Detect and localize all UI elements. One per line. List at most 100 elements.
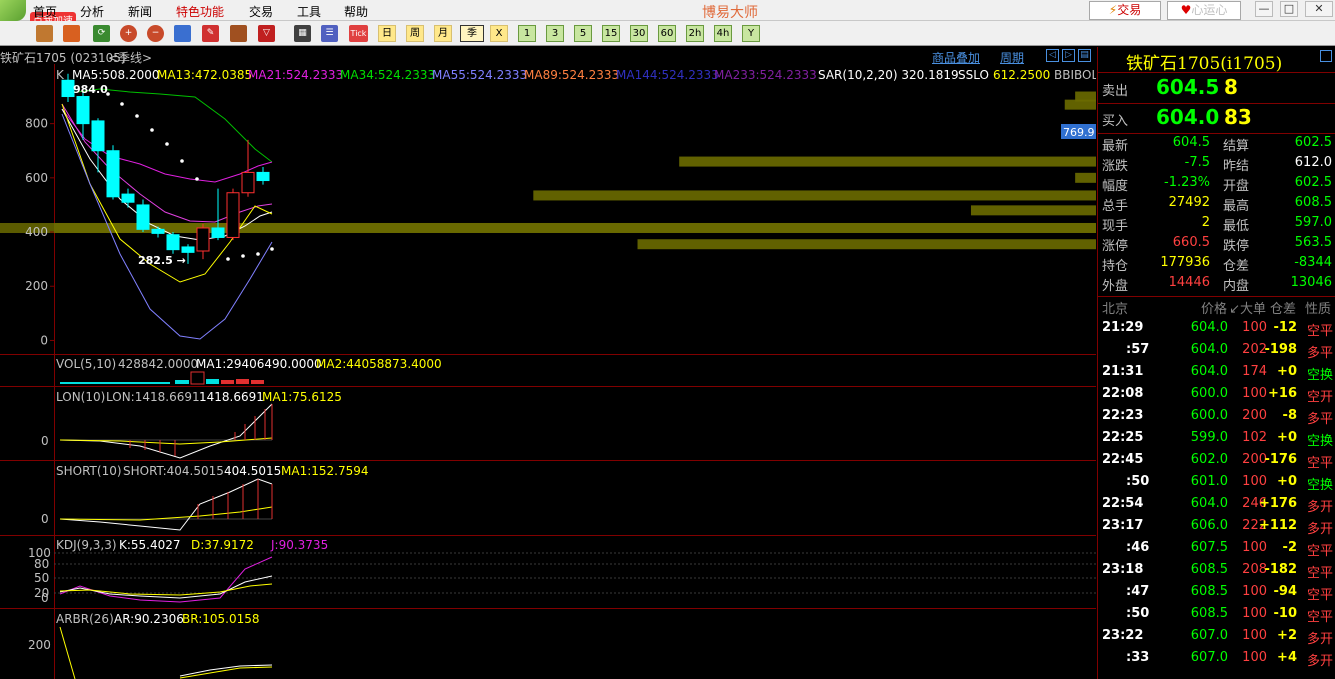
- menu-analysis[interactable]: 分析: [80, 3, 104, 20]
- tick-cell: 空平: [1306, 324, 1333, 339]
- stat-value: 27492: [1168, 195, 1210, 210]
- tick-row[interactable]: :50 601.0 100 +0 空换: [1098, 474, 1335, 494]
- period-month-button[interactable]: 月: [434, 25, 452, 42]
- app-logo-icon[interactable]: [0, 0, 26, 21]
- period-x-button[interactable]: X: [490, 25, 508, 42]
- tick-cell: +0: [1277, 364, 1297, 379]
- folder-icon[interactable]: [36, 25, 53, 42]
- tick-cell: 606.0: [1190, 518, 1228, 533]
- tick-row[interactable]: 22:25 599.0 102 +0 空换: [1098, 430, 1335, 450]
- period-y-button[interactable]: Y: [742, 25, 760, 42]
- tick-row[interactable]: 23:22 607.0 100 +2 多开: [1098, 628, 1335, 648]
- stat-value: 14446: [1168, 275, 1210, 290]
- tick-cell: -8: [1282, 408, 1297, 423]
- quote-panel: 铁矿石1705(i1705) 卖出 604.5 8 买入 604.0 83 最新…: [1097, 47, 1335, 679]
- tick-cell: 608.5: [1190, 562, 1228, 577]
- tick-cell: 22:23: [1102, 408, 1144, 423]
- low-marker: 282.5 →: [138, 254, 186, 267]
- period-15m-button[interactable]: 15: [602, 25, 620, 42]
- y-tick-label: 200: [25, 279, 48, 293]
- heart-button[interactable]: ♥心运心: [1167, 1, 1241, 20]
- tick-cell: -12: [1273, 320, 1298, 335]
- candles: [61, 73, 270, 264]
- nav-left-icon[interactable]: ◁: [1046, 49, 1059, 62]
- tick-cell: 22:45: [1102, 452, 1144, 467]
- tick-row[interactable]: :50 608.5 100 -10 空平: [1098, 606, 1335, 626]
- period-3m-button[interactable]: 3: [546, 25, 564, 42]
- tick-header-cell: 仓差: [1269, 302, 1296, 317]
- menu-trade[interactable]: 交易: [249, 3, 273, 20]
- nav-right-icon[interactable]: ▷: [1062, 49, 1075, 62]
- tick-row[interactable]: :46 607.5 100 -2 空平: [1098, 540, 1335, 560]
- tick-row[interactable]: :33 607.0 100 +4 多开: [1098, 650, 1335, 670]
- tick-row[interactable]: :47 608.5 100 -94 空平: [1098, 584, 1335, 604]
- panel-toggle-icon[interactable]: [1320, 50, 1332, 62]
- stat-label: 现手: [1102, 219, 1129, 234]
- period-30m-button[interactable]: 30: [630, 25, 648, 42]
- tick-row[interactable]: 21:31 604.0 174 +0 空换: [1098, 364, 1335, 384]
- tick-cell: -198: [1264, 342, 1297, 357]
- layout-icon[interactable]: ▤: [1078, 49, 1091, 62]
- tick-row[interactable]: 22:45 602.0 200 -176 空平: [1098, 452, 1335, 472]
- arbr-ar: AR:90.2306: [114, 612, 184, 626]
- ma55-label: MA55:524.2333: [432, 68, 528, 82]
- tick-icon[interactable]: Tick: [349, 25, 368, 42]
- period-1m-button[interactable]: 1: [518, 25, 536, 42]
- stat-label: 涨跌: [1102, 159, 1129, 174]
- draw-tool-icon[interactable]: [230, 25, 247, 42]
- tick-cell: 多开: [1306, 632, 1333, 647]
- menu-features[interactable]: 特色功能: [176, 3, 224, 20]
- trade-button[interactable]: ⚡交易: [1089, 1, 1161, 20]
- stat-value: 608.5: [1294, 195, 1332, 210]
- stat-value: -8344: [1294, 255, 1332, 270]
- zoom-in-icon[interactable]: +: [120, 25, 137, 42]
- sslo-label: SSLO: [958, 68, 989, 82]
- period-60m-button[interactable]: 60: [658, 25, 676, 42]
- tick-row[interactable]: 21:29 604.0 100 -12 空平: [1098, 320, 1335, 340]
- menu-home[interactable]: 首页: [33, 3, 57, 20]
- lon-value-2: 1418.6691: [199, 390, 264, 404]
- tick-cell: +176: [1258, 496, 1297, 511]
- quote-title: 铁矿石1705(i1705): [1098, 47, 1335, 74]
- period-day-button[interactable]: 日: [378, 25, 396, 42]
- tick-cell: 100: [1242, 320, 1267, 335]
- tick-row[interactable]: 23:17 606.0 222 +112 多开: [1098, 518, 1335, 538]
- maximize-button[interactable]: □: [1280, 1, 1298, 17]
- tick-row[interactable]: 22:23 600.0 200 -8 多平: [1098, 408, 1335, 428]
- arbr-indicator: [59, 626, 273, 679]
- pen-icon[interactable]: ✎: [202, 25, 219, 42]
- period-week-button[interactable]: 周: [406, 25, 424, 42]
- table-icon[interactable]: ▦: [294, 25, 311, 42]
- chart-canvas[interactable]: 8006004002000 769.9 984.0 282.5 →: [0, 64, 1096, 679]
- tick-row[interactable]: :57 604.0 202 -198 多平: [1098, 342, 1335, 362]
- refresh-icon[interactable]: ⟳: [93, 25, 110, 42]
- list-icon[interactable]: ☰: [321, 25, 338, 42]
- period-2h-button[interactable]: 2h: [686, 25, 704, 42]
- period-quarter-button[interactable]: 季: [460, 25, 484, 42]
- tick-row[interactable]: 23:18 608.5 208 -182 空平: [1098, 562, 1335, 582]
- tick-cell: +4: [1277, 650, 1297, 665]
- short-value-2: 404.5015: [224, 464, 282, 478]
- y-tick-label: 800: [25, 117, 48, 131]
- tick-cell: 空换: [1306, 478, 1333, 493]
- zoom-out-icon[interactable]: −: [147, 25, 164, 42]
- chart-icon[interactable]: [63, 25, 80, 42]
- volume-profile-bar: [533, 190, 1096, 201]
- period-4h-button[interactable]: 4h: [714, 25, 732, 42]
- candle-body: [211, 227, 225, 238]
- funnel-icon[interactable]: ▽: [258, 25, 275, 42]
- tick-cell: -176: [1264, 452, 1297, 467]
- tick-cell: :50: [1126, 606, 1150, 621]
- stat-label: 最新: [1102, 139, 1129, 154]
- tick-row[interactable]: 22:08 600.0 100 +16 空开: [1098, 386, 1335, 406]
- menu-tools[interactable]: 工具: [297, 3, 321, 20]
- tick-row[interactable]: 22:54 604.0 246 +176 多开: [1098, 496, 1335, 516]
- menu-help[interactable]: 帮助: [344, 3, 368, 20]
- close-button[interactable]: ✕: [1305, 1, 1333, 17]
- short-indicator: [59, 478, 273, 531]
- window-icon[interactable]: [174, 25, 191, 42]
- heart-icon: ♥: [1180, 3, 1192, 17]
- period-5m-button[interactable]: 5: [574, 25, 592, 42]
- minimize-button[interactable]: —: [1255, 1, 1273, 17]
- menu-news[interactable]: 新闻: [128, 3, 152, 20]
